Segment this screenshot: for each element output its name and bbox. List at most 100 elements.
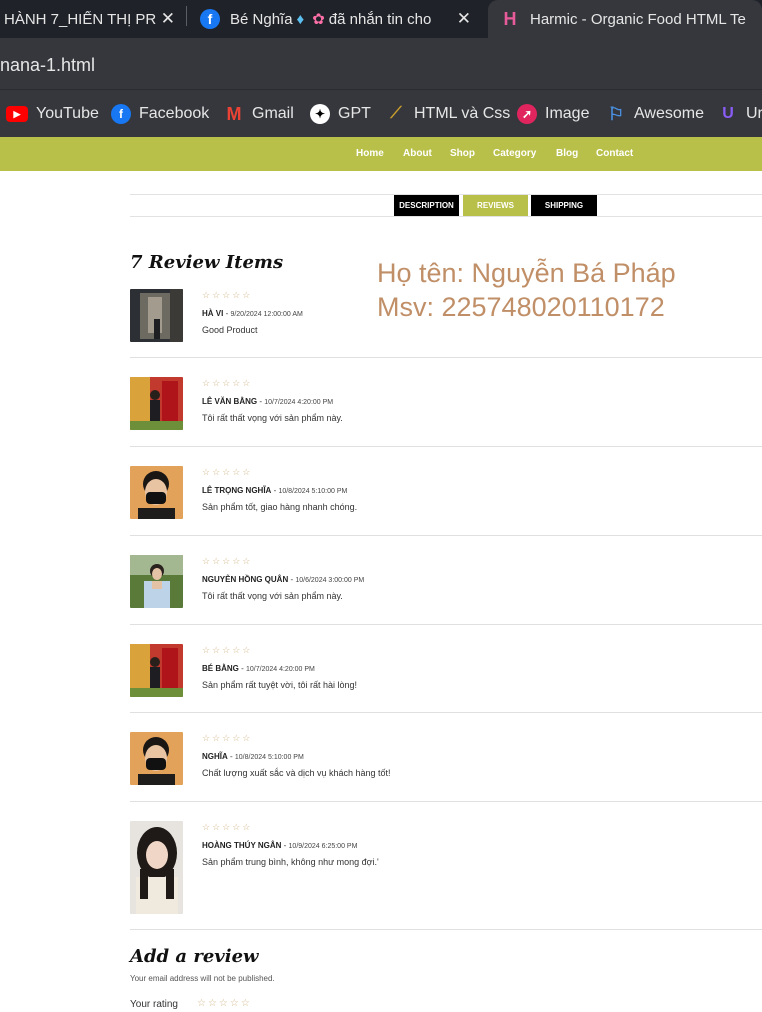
bookmark-image[interactable]: ➚ Image: [517, 104, 589, 124]
review-divider: [130, 446, 762, 447]
avatar: [130, 644, 183, 697]
review-divider: [130, 801, 762, 802]
nav-shop[interactable]: Shop: [450, 148, 475, 159]
youtube-icon: ▶: [6, 106, 28, 122]
review-comment: Sản phẩm trung bình, không như mong đợi.…: [202, 857, 379, 867]
reviewer-name: HÀ VI: [202, 309, 224, 318]
flower-emoji-icon: ✿: [312, 11, 325, 28]
review-comment: Tôi rất thất vọng với sản phẩm này.: [202, 413, 343, 423]
rating-stars: ☆☆☆☆☆: [202, 290, 253, 300]
review-divider: [130, 357, 762, 358]
bookmark-awesome[interactable]: ⚐ Awesome: [606, 104, 704, 124]
browser-tab-facebook[interactable]: f Bé Nghĩa ♦ ✿ đã nhắn tin cho ✕: [196, 0, 481, 38]
bookmark-gpt[interactable]: ✦ GPT: [310, 104, 371, 124]
url-text[interactable]: nana-1.html: [0, 55, 95, 76]
review-date: 10/8/2024 5:10:00 PM: [234, 754, 304, 761]
review-date: 9/20/2024 12:00:00 AM: [230, 311, 303, 318]
bookmark-facebook[interactable]: f Facebook: [111, 104, 209, 124]
rating-input-stars[interactable]: ☆☆☆☆☆: [197, 998, 252, 1009]
site-nav: Home About Shop Category Blog Contact: [0, 137, 762, 171]
bookmark-youtube[interactable]: ▶ YouTube: [6, 104, 99, 124]
rating-stars: ☆☆☆☆☆: [202, 378, 253, 388]
review-comment: Tôi rất thất vọng với sản phẩm này.: [202, 591, 343, 601]
review-date: 10/7/2024 4:20:00 PM: [264, 399, 334, 406]
tab-separator: [186, 6, 187, 26]
review-item: ☆☆☆☆☆ LÊ TRỌNG NGHĨA - 10/8/2024 5:10:00…: [130, 466, 762, 536]
review-meta: LÊ TRỌNG NGHĨA - 10/8/2024 5:10:00 PM: [202, 486, 348, 495]
review-comment: Good Product: [202, 325, 258, 335]
bookmark-html-css[interactable]: ⟋ HTML và Css: [386, 104, 510, 124]
tab-reviews[interactable]: REVIEWS: [463, 195, 528, 216]
nav-category[interactable]: Category: [493, 148, 536, 159]
reviewer-name: NGUYỄN HỒNG QUÂN: [202, 575, 289, 584]
facebook-icon: f: [111, 104, 131, 124]
review-date: 10/8/2024 5:10:00 PM: [278, 488, 348, 495]
harmic-logo-icon: H: [503, 8, 517, 29]
tab-shipping[interactable]: SHIPPING: [531, 195, 597, 216]
rating-stars: ☆☆☆☆☆: [202, 556, 253, 566]
rating-stars: ☆☆☆☆☆: [202, 645, 253, 655]
tab-label: HÀNH 7_HIỂN THỊ PR: [4, 10, 157, 28]
avatar: [130, 555, 183, 608]
add-review-title: Add a review: [130, 946, 259, 967]
review-divider: [130, 712, 762, 713]
rating-stars: ☆☆☆☆☆: [202, 733, 253, 743]
review-divider: [130, 535, 762, 536]
bookmark-ui[interactable]: U Ur: [718, 104, 762, 124]
reviewer-name: BÉ BẰNG: [202, 664, 239, 673]
gem-emoji-icon: ♦: [296, 11, 305, 28]
browser-tab-practice[interactable]: HÀNH 7_HIỂN THỊ PR ✕: [0, 0, 185, 38]
rating-stars: ☆☆☆☆☆: [202, 467, 253, 477]
browser-tab-harmic[interactable]: H Harmic - Organic Food HTML Te: [488, 0, 762, 38]
review-divider: [130, 929, 762, 930]
address-bar[interactable]: nana-1.html: [0, 38, 762, 89]
rating-label: Your rating: [130, 999, 178, 1010]
close-icon[interactable]: ✕: [161, 9, 175, 29]
review-item: ☆☆☆☆☆ HOÀNG THÚY NGÂN - 10/9/2024 6:25:0…: [130, 821, 762, 931]
facebook-icon: f: [200, 9, 220, 29]
flag-icon: ⚐: [607, 103, 625, 124]
avatar: [130, 466, 183, 519]
tab-description[interactable]: DESCRIPTION: [394, 195, 459, 216]
review-comment: Chất lượng xuất sắc và dịch vụ khách hàn…: [202, 768, 391, 778]
nav-about[interactable]: About: [403, 148, 432, 159]
reviewer-name: LÊ VĂN BẰNG: [202, 397, 258, 406]
avatar: [130, 821, 183, 914]
html-icon: ⟋: [390, 105, 402, 122]
nav-home[interactable]: Home: [356, 148, 384, 159]
reviewer-name: NGHĨA: [202, 752, 228, 761]
review-meta: NGUYỄN HỒNG QUÂN - 10/6/2024 3:00:00 PM: [202, 575, 365, 584]
add-review-note: Your email address will not be published…: [130, 974, 275, 983]
student-name: Họ tên: Nguyễn Bá Pháp: [377, 258, 676, 288]
review-meta: NGHĨA - 10/8/2024 5:10:00 PM: [202, 752, 304, 761]
review-comment: Sản phẩm rất tuyệt vời, tôi rất hài lòng…: [202, 680, 357, 690]
tabs-bottom-divider: [130, 216, 762, 217]
review-meta: BÉ BẰNG - 10/7/2024 4:20:00 PM: [202, 664, 315, 673]
review-count-heading: 7 Review Items: [130, 252, 284, 273]
review-date: 10/9/2024 6:25:00 PM: [288, 843, 358, 850]
gmail-icon: M: [226, 103, 242, 124]
nav-blog[interactable]: Blog: [556, 148, 578, 159]
avatar: [130, 732, 183, 785]
review-item: ☆☆☆☆☆ HÀ VI - 9/20/2024 12:00:00 AM Good…: [130, 289, 762, 358]
chatgpt-icon: ✦: [310, 104, 330, 124]
ui-icon: U: [722, 105, 734, 122]
avatar: [130, 377, 183, 430]
nav-contact[interactable]: Contact: [596, 148, 633, 159]
bookmark-gmail[interactable]: M Gmail: [224, 104, 294, 124]
review-item: ☆☆☆☆☆ NGHĨA - 10/8/2024 5:10:00 PM Chất …: [130, 732, 762, 802]
review-date: 10/6/2024 3:00:00 PM: [295, 577, 365, 584]
tab-label: Harmic - Organic Food HTML Te: [530, 10, 746, 28]
avatar: [130, 289, 183, 342]
rating-stars: ☆☆☆☆☆: [202, 822, 253, 832]
reviewer-name: LÊ TRỌNG NGHĨA: [202, 486, 272, 495]
review-date: 10/7/2024 4:20:00 PM: [246, 666, 315, 673]
close-icon[interactable]: ✕: [457, 9, 471, 29]
browser-tab-bar: HÀNH 7_HIỂN THỊ PR ✕ f Bé Nghĩa ♦ ✿ đã nhắn…: [0, 0, 762, 38]
reviewer-name: HOÀNG THÚY NGÂN: [202, 841, 282, 850]
review-item: ☆☆☆☆☆ BÉ BẰNG - 10/7/2024 4:20:00 PM Sản…: [130, 644, 762, 713]
review-meta: HOÀNG THÚY NGÂN - 10/9/2024 6:25:00 PM: [202, 841, 358, 850]
review-comment: Sản phẩm tốt, giao hàng nhanh chóng.: [202, 502, 358, 512]
image-icon: ➚: [517, 104, 537, 124]
review-divider: [130, 624, 762, 625]
